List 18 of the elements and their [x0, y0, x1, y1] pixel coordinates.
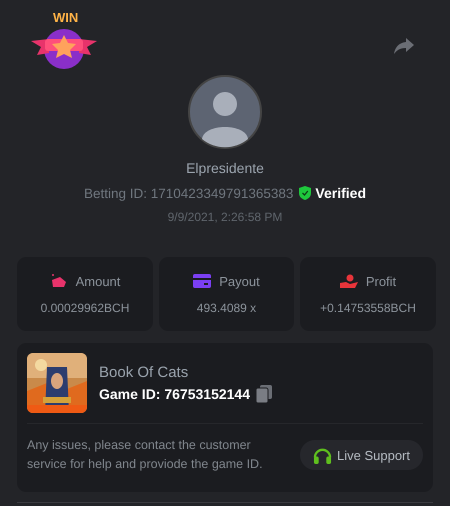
badge-text: WIN	[51, 11, 80, 25]
stat-label: Payout	[219, 274, 260, 288]
game-title: Book Of Cats	[99, 364, 190, 380]
verified-label: Verified	[315, 185, 366, 201]
game-id: Game ID: 76753152144	[99, 386, 250, 402]
stat-value: 0.00029962BCH	[40, 300, 130, 314]
bet-date: 9/9/2021, 2:26:58 PM	[168, 210, 282, 224]
copy-icon[interactable]	[256, 384, 272, 402]
support-note: Any issues, please contact the customer service for help and proviode the game ID.	[27, 437, 264, 473]
stat-label: Amount	[76, 274, 120, 288]
live-support-button[interactable]: Live Support	[300, 440, 423, 470]
stat-value: 493.4089 x	[196, 300, 256, 314]
share-icon[interactable]	[394, 38, 414, 54]
betting-id: Betting ID: 1710423349791365383	[84, 186, 294, 200]
stat-value: +0.14753558BCH	[320, 300, 416, 314]
headset-icon	[313, 446, 332, 464]
stat-label: Profit	[366, 274, 396, 288]
user-name: Elpresidente	[186, 160, 264, 176]
